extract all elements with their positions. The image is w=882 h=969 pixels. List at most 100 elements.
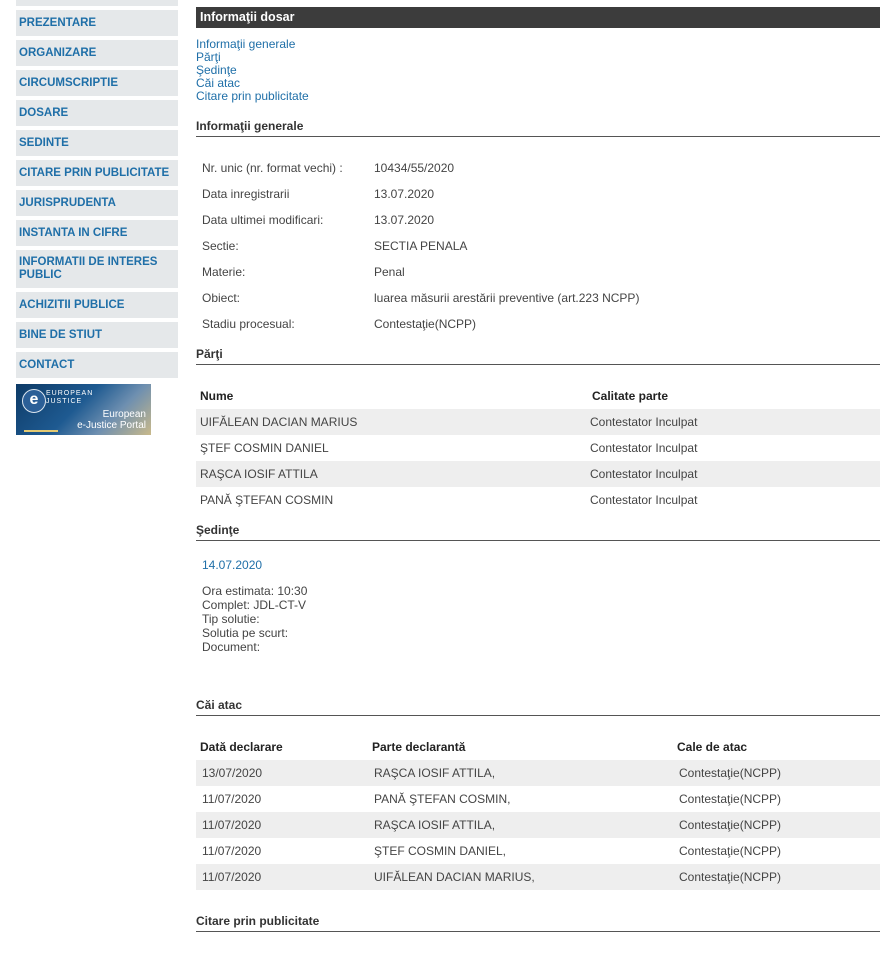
- sidebar-item-instanta-in-cifre[interactable]: INSTANTA IN CIFRE: [16, 220, 178, 246]
- info-row: Data ultimei modificari: 13.07.2020: [196, 207, 880, 233]
- info-label: Data ultimei modificari:: [202, 213, 324, 227]
- anchor-link-citare[interactable]: Citare prin publicitate: [196, 90, 880, 103]
- appeal-party: RAŞCA IOSIF ATTILA,: [374, 766, 496, 780]
- anchor-link-sedinte[interactable]: Şedinţe: [196, 64, 880, 77]
- table-row: ŞTEF COSMIN DANIEL Contestator Inculpat: [196, 435, 880, 461]
- info-label: Stadiu procesual:: [202, 317, 295, 331]
- table-row: 11/07/2020 RAŞCA IOSIF ATTILA, Contestaţie…: [196, 812, 880, 838]
- appeal-type: Contestaţie(NCPP): [679, 792, 782, 806]
- table-row: PANĂ ŞTEFAN COSMIN Contestator Inculpat: [196, 487, 880, 513]
- section-title-sedinte: Şedinţe: [196, 523, 880, 541]
- hearing-details: Ora estimata: 10:30 Complet: JDL-CT-V Ti…: [202, 584, 880, 654]
- anchor-links: Informaţii generale Părţi Şedinţe Căi at…: [196, 38, 880, 103]
- hearing-detail-line: Ora estimata: 10:30: [202, 584, 308, 598]
- party-role: Contestator Inculpat: [590, 441, 698, 455]
- party-role: Contestator Inculpat: [590, 493, 698, 507]
- party-name: PANĂ ŞTEFAN COSMIN: [200, 493, 334, 507]
- ejustice-small-line2: JUSTICE: [46, 398, 83, 405]
- section-title-parti: Părţi: [196, 347, 880, 365]
- party-role: Contestator Inculpat: [590, 415, 698, 429]
- party-name: UIFĂLEAN DACIAN MARIUS: [200, 415, 358, 429]
- ejustice-small-line1: EUROPEAN: [46, 390, 94, 397]
- table-row: 13/07/2020 RAŞCA IOSIF ATTILA, Contestaţie…: [196, 760, 880, 786]
- info-value: Contestaţie(NCPP): [374, 317, 477, 331]
- party-name: RAŞCA IOSIF ATTILA: [200, 467, 318, 481]
- table-row: 11/07/2020 ŞTEF COSMIN DANIEL, Contestaţie…: [196, 838, 880, 864]
- sidebar-item-sedinte[interactable]: SEDINTE: [16, 130, 178, 156]
- info-value: luarea măsurii arestării preventive (art…: [374, 291, 640, 305]
- scales-icon: [24, 420, 58, 432]
- parties-table: Nume Calitate parte UIFĂLEAN DACIAN MARI…: [196, 383, 880, 513]
- info-row: Materie: Penal: [196, 259, 880, 285]
- sidebar-item-circumscriptie[interactable]: CIRCUMSCRIPTIE: [16, 70, 178, 96]
- column-header-cale-atac: Cale de atac: [677, 740, 748, 754]
- info-row: Nr. unic (nr. format vechi) : 10434/55/20…: [196, 155, 880, 181]
- info-label: Nr. unic (nr. format vechi) :: [202, 161, 343, 175]
- sidebar-item-dosare[interactable]: DOSARE: [16, 100, 178, 126]
- sidebar-item-informatii-interes-public[interactable]: INFORMATII DE INTERES PUBLIC: [16, 250, 178, 288]
- ejustice-title-line2: e-Justice Portal: [77, 420, 146, 431]
- info-value: 10434/55/2020: [374, 161, 455, 175]
- ejustice-portal-banner[interactable]: e EUROPEAN JUSTICE European e-Justice Port…: [16, 384, 151, 435]
- column-header-data-declarare: Dată declarare: [200, 740, 283, 754]
- general-info-list: Nr. unic (nr. format vechi) : 10434/55/20…: [196, 155, 880, 337]
- ejustice-title: European e-Justice Portal: [77, 409, 146, 431]
- ejustice-title-line1: European: [102, 409, 146, 420]
- table-row: RAŞCA IOSIF ATTILA Contestator Inculpat: [196, 461, 880, 487]
- column-header-calitate: Calitate parte: [592, 389, 669, 403]
- hearing-detail-line: Tip solutie:: [202, 612, 260, 626]
- hearing-detail-line: Document:: [202, 640, 261, 654]
- column-header-nume: Nume: [200, 389, 234, 403]
- appeal-party: PANĂ ŞTEFAN COSMIN,: [374, 792, 511, 806]
- appeal-type: Contestaţie(NCPP): [679, 818, 782, 832]
- info-value: Penal: [374, 265, 405, 279]
- info-value: 13.07.2020: [374, 187, 435, 201]
- section-title-cai-atac: Căi atac: [196, 698, 880, 716]
- appeals-table-header: Dată declarare Parte declarantă Cale de …: [196, 734, 880, 760]
- party-role: Contestator Inculpat: [590, 467, 698, 481]
- info-row: Obiect: luarea măsurii arestării preventi…: [196, 285, 880, 311]
- case-info-panel: Informaţii dosar Informaţii generale Păr…: [196, 7, 880, 932]
- section-title-general: Informaţii generale: [196, 119, 880, 137]
- column-header-parte-declaranta: Parte declarantă: [372, 740, 466, 754]
- hearing-detail-line: Solutia pe scurt:: [202, 626, 289, 640]
- hearing-detail-line: Complet: JDL-CT-V: [202, 598, 307, 612]
- sidebar-item-jurisprudenta[interactable]: JURISPRUDENTA: [16, 190, 178, 216]
- info-label: Materie:: [202, 265, 246, 279]
- parties-table-header: Nume Calitate parte: [196, 383, 880, 409]
- sidebar-item-citare[interactable]: CITARE PRIN PUBLICITATE: [16, 160, 178, 186]
- sidebar-item-achizitii-publice[interactable]: ACHIZITII PUBLICE: [16, 292, 178, 318]
- table-row: 11/07/2020 UIFĂLEAN DACIAN MARIUS, Contest…: [196, 864, 880, 890]
- info-label: Sectie:: [202, 239, 239, 253]
- appeal-date: 13/07/2020: [202, 766, 263, 780]
- party-name: ŞTEF COSMIN DANIEL: [200, 441, 329, 455]
- info-row: Sectie: SECTIA PENALA: [196, 233, 880, 259]
- sidebar-item-contact[interactable]: CONTACT: [16, 352, 178, 378]
- appeal-date: 11/07/2020: [202, 792, 262, 806]
- page-title: Informaţii dosar: [196, 7, 880, 28]
- appeal-type: Contestaţie(NCPP): [679, 844, 782, 858]
- appeal-type: Contestaţie(NCPP): [679, 766, 782, 780]
- appeal-date: 11/07/2020: [202, 870, 262, 884]
- info-label: Data inregistrarii: [202, 187, 290, 201]
- appeal-party: ŞTEF COSMIN DANIEL,: [374, 844, 507, 858]
- info-row: Data inregistrarii 13.07.2020: [196, 181, 880, 207]
- sidebar-item-prezentare[interactable]: PREZENTARE: [16, 10, 178, 36]
- info-value: SECTIA PENALA: [374, 239, 468, 253]
- appeal-party: UIFĂLEAN DACIAN MARIUS,: [374, 870, 535, 884]
- appeal-date: 11/07/2020: [202, 844, 262, 858]
- sidebar-item-organizare[interactable]: ORGANIZARE: [16, 40, 178, 66]
- table-row: UIFĂLEAN DACIAN MARIUS Contestator Inculp…: [196, 409, 880, 435]
- sidebar-nav: PREZENTARE ORGANIZARE CIRCUMSCRIPTIE DOS…: [16, 0, 178, 435]
- anchor-link-parti[interactable]: Părţi: [196, 51, 880, 64]
- info-value: 13.07.2020: [374, 213, 435, 227]
- sidebar-item-bine-de-stiut[interactable]: BINE DE STIUT: [16, 322, 178, 348]
- appeal-party: RAŞCA IOSIF ATTILA,: [374, 818, 496, 832]
- appeals-table: Dată declarare Parte declarantă Cale de …: [196, 734, 880, 890]
- anchor-link-general[interactable]: Informaţii generale: [196, 38, 880, 51]
- hearing-entry: 14.07.2020 Ora estimata: 10:30 Complet: …: [196, 558, 880, 654]
- appeal-type: Contestaţie(NCPP): [679, 870, 782, 884]
- hearing-date: 14.07.2020: [202, 558, 263, 572]
- appeal-date: 11/07/2020: [202, 818, 262, 832]
- info-row: Stadiu procesual: Contestaţie(NCPP): [196, 311, 880, 337]
